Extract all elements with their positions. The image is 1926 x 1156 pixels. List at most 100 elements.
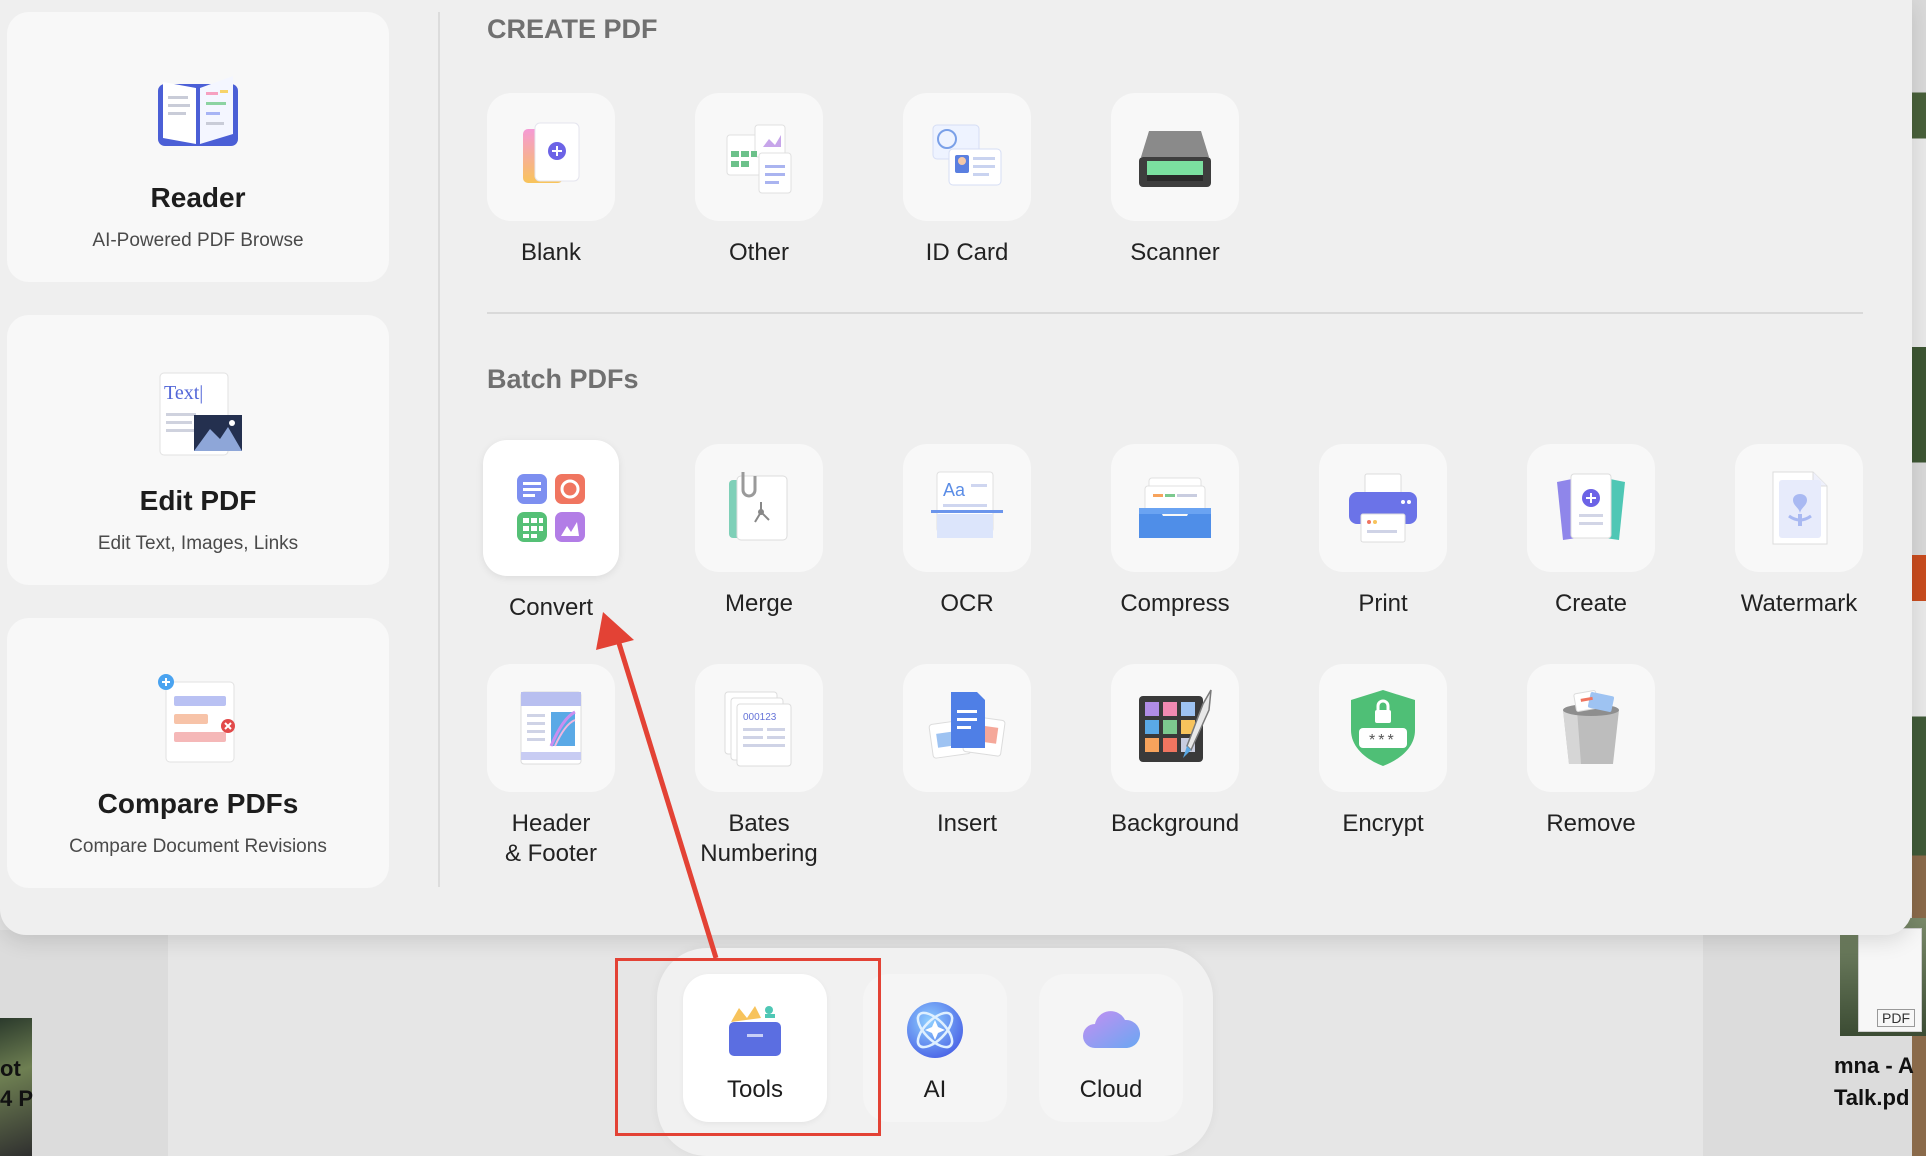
tool-label: ID Card [925,239,1009,266]
book-icon [158,76,238,146]
tool-tile[interactable] [1319,444,1447,572]
tool-merge[interactable]: Merge [674,444,844,619]
tool-background[interactable]: Background [1090,664,1260,839]
print-icon [1349,473,1417,543]
compress-icon [1139,477,1211,538]
bates-numbering-icon: 000123 [724,691,792,767]
id-card-icon [932,124,1002,186]
tool-label: Encrypt [1342,810,1424,837]
tool-tile[interactable]: 000123 [695,664,823,792]
desktop-file-label-left[interactable]: ot 4 P [0,1054,33,1114]
tool-compress[interactable]: Compress [1090,444,1260,619]
create-icon [1557,473,1625,540]
scanner-icon [1139,131,1211,187]
tool-label: Insert [936,810,998,837]
pdf-badge: PDF [1877,1009,1915,1027]
tool-label: Watermark [1740,590,1858,617]
dock-label: Cloud [1079,1076,1143,1103]
ocr-icon: Aa [931,471,1003,538]
sidebar-divider [438,12,440,887]
tool-label: OCR [940,590,994,617]
card-title: Edit PDF [139,485,257,516]
convert-icon [517,474,585,542]
tool-tile[interactable] [487,93,615,221]
tool-remove[interactable]: Remove [1506,664,1676,839]
card-subtitle: AI-Powered PDF Browse [92,230,304,251]
tool-tile[interactable]: *** [1319,664,1447,792]
tool-tile[interactable] [695,444,823,572]
section-divider [487,312,1863,314]
card-subtitle: Compare Document Revisions [69,836,327,857]
card-subtitle: Edit Text, Images, Links [97,533,299,554]
tool-tile[interactable] [695,93,823,221]
header-footer-icon [520,691,582,765]
tool-convert[interactable]: Convert [466,440,636,623]
tool-blank[interactable]: Blank [466,93,636,268]
card-title: Reader [150,182,246,213]
tool-tile[interactable] [1111,444,1239,572]
card-title: Compare PDFs [97,788,299,819]
tool-tile[interactable] [1111,93,1239,221]
tool-scanner[interactable]: Scanner [1090,93,1260,268]
tool-tile[interactable] [487,664,615,792]
tool-label: Remove [1546,810,1636,837]
tool-print[interactable]: Print [1298,444,1468,619]
bates-art-text: 000123 [743,712,777,723]
desktop-file-label-right[interactable]: mna - A Talk.pd [1834,1050,1914,1114]
tool-header-footer[interactable]: Header & Footer [466,664,636,869]
tool-label: Scanner [1130,239,1220,266]
tool-label: Bates Numbering [700,810,818,867]
tool-label: Create [1554,590,1628,617]
tool-tile[interactable] [903,93,1031,221]
tool-encrypt[interactable]: *** Encrypt [1298,664,1468,839]
dock-cloud-button[interactable]: Cloud [1039,974,1183,1122]
dock-ai-button[interactable]: AI [863,974,1007,1122]
tool-ocr[interactable]: Aa OCR [882,444,1052,619]
reader-card[interactable]: Reader AI-Powered PDF Browse [7,12,389,282]
edit-text-icon: Text| [159,372,242,456]
tool-label: Convert [508,594,594,621]
tool-tile[interactable] [1527,664,1655,792]
tool-bates-numbering[interactable]: 000123 Bates Numbering [674,664,844,869]
batch-pdfs-heading: Batch PDFs [487,364,639,394]
tool-tile[interactable] [1735,444,1863,572]
tool-insert[interactable]: Insert [882,664,1052,839]
edit-art-text: Text| [164,382,203,404]
ai-icon [907,1002,963,1058]
tool-other[interactable]: Other [674,93,844,268]
tool-label: Print [1358,590,1408,617]
encrypt-icon: *** [1351,690,1415,766]
tool-tile[interactable]: Aa [903,444,1031,572]
background-icon [1139,689,1212,762]
cloud-icon [1083,1011,1141,1048]
compare-icon [158,674,235,763]
tool-label: Blank [520,239,582,266]
edit-pdf-card[interactable]: Text| Edit PDF Edit Text, Images, Links [7,315,389,585]
merge-icon [729,472,788,541]
trash-icon [1563,690,1619,764]
tool-label: Other [728,239,790,266]
create-pdf-heading: CREATE PDF [487,14,658,44]
watermark-icon [1772,471,1828,545]
tool-tile[interactable] [1527,444,1655,572]
tool-id-card[interactable]: ID Card [882,93,1052,268]
other-files-icon [726,124,792,194]
blank-page-icon [523,122,580,183]
tool-create[interactable]: Create [1506,444,1676,619]
tool-tile[interactable] [903,664,1031,792]
tool-label: Header & Footer [504,810,598,867]
insert-icon [928,692,1006,759]
dock-label: AI [923,1076,947,1103]
tool-watermark[interactable]: Watermark [1714,444,1884,619]
tool-tile[interactable] [1111,664,1239,792]
tool-label: Merge [724,590,794,617]
tool-tile[interactable] [483,440,619,576]
tool-label: Compress [1120,590,1230,617]
compare-pdfs-card[interactable]: Compare PDFs Compare Document Revisions [7,618,389,888]
ocr-art-text: Aa [943,480,966,500]
annotation-highlight-box [615,958,881,1136]
tool-label: Background [1110,810,1240,837]
tools-panel: Reader AI-Powered PDF Browse Text| Edit … [0,0,1912,935]
desktop-pdf-thumbnail[interactable]: PDF [1858,928,1922,1032]
encrypt-art-text: *** [1369,732,1397,749]
